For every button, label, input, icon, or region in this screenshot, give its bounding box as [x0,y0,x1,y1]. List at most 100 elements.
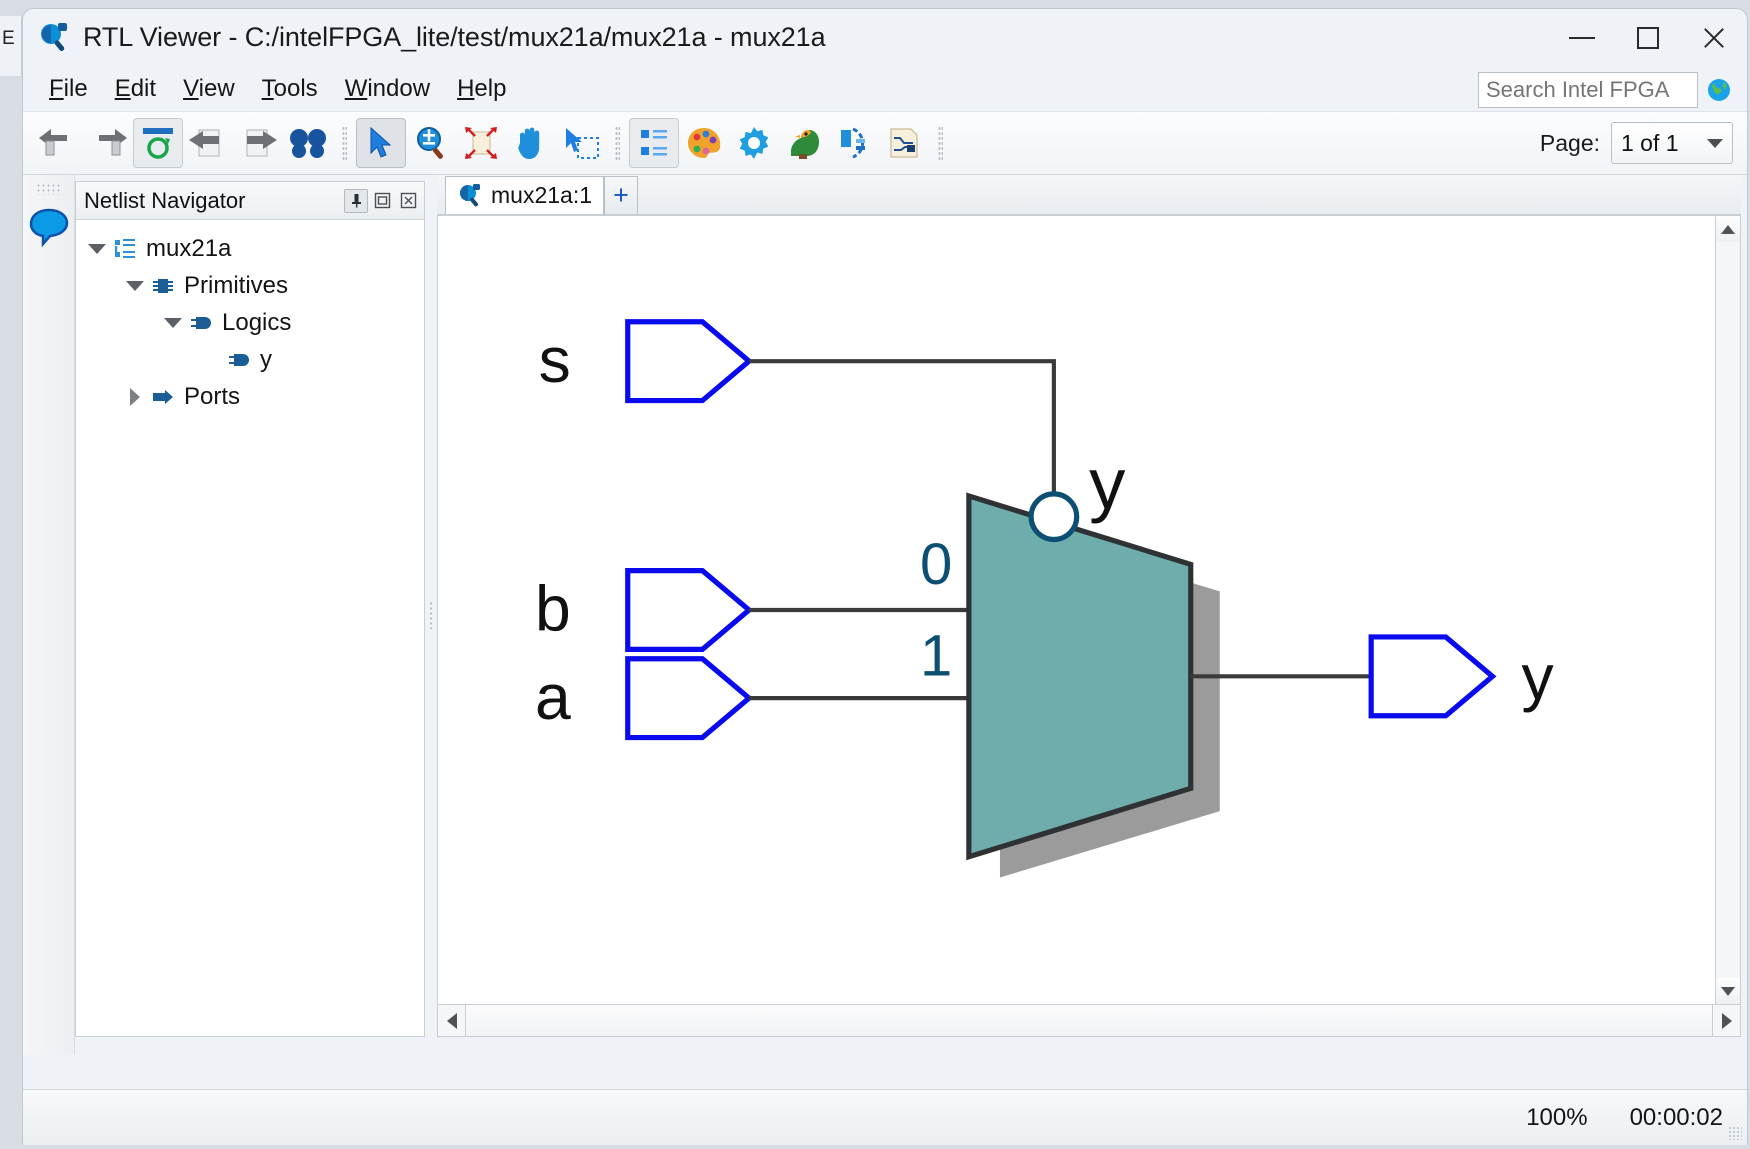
back-icon[interactable] [33,118,83,168]
zoom-tool-icon[interactable] [406,118,456,168]
input-port-symbol-a[interactable] [625,656,754,741]
logic-plug-icon [224,351,254,369]
input-port-symbol-b[interactable] [625,568,754,652]
page-select[interactable]: 1 of 1 [1611,122,1733,164]
schematic-page-icon[interactable] [879,118,929,168]
hierarchy-node-icon [110,237,140,261]
rtl-viewer-icon [460,183,480,206]
input-port-symbol-s[interactable] [625,319,754,404]
input-port-label-b: b [535,573,571,645]
hand-pan-icon[interactable] [506,118,556,168]
resize-grip[interactable] [1728,1126,1742,1140]
messages-bubble-icon[interactable] [27,205,71,249]
netlist-navigator-header: Netlist Navigator [76,182,424,220]
tree-item-label: Logics [222,308,292,336]
tree-item-label: y [260,345,272,373]
hierarchy-icon[interactable] [629,118,679,168]
input-port-label-s: s [539,324,571,396]
mux-pin-label-0: 0 [920,532,952,597]
ports-arrow-icon [148,389,178,405]
tree-item-primitives[interactable]: Primitives [76,267,424,304]
mux-instance-label: y [1089,443,1126,524]
window-title: RTL Viewer - C:/intelFPGA_lite/test/mux2… [83,22,826,52]
scroll-right-button[interactable] [1712,1005,1740,1036]
highlight-fanin-icon[interactable] [829,118,879,168]
chevron-down-icon[interactable] [160,317,186,328]
chevron-down-icon[interactable] [84,243,110,254]
mux-pin-label-1: 1 [920,623,952,688]
chevron-down-icon [1707,138,1723,148]
window-controls [1549,9,1747,66]
primitives-chip-icon [148,275,178,297]
toolbar-separator-2 [615,126,620,160]
tree-item-ports[interactable]: Ports [76,378,424,415]
settings-gear-icon[interactable] [729,118,779,168]
menu-item-help[interactable]: Help [457,75,506,103]
schematic-drawing: s b a y 0 1 y [535,319,1554,878]
scroll-left-button[interactable] [438,1005,466,1036]
float-panel-icon[interactable] [370,189,394,213]
page-select-value: 1 of 1 [1621,129,1679,156]
status-zoom-level: 100% [1526,1103,1588,1131]
output-port-symbol-y[interactable] [1368,634,1497,719]
document-tab-mux21a-1[interactable]: mux21a:1 [445,176,605,214]
color-palette-icon[interactable] [679,118,729,168]
logic-plug-icon [186,314,216,332]
tree-item-label: mux21a [146,234,232,262]
globe-icon[interactable] [1707,78,1731,102]
menu-item-view[interactable]: View [183,75,235,103]
pin-panel-icon[interactable] [344,188,368,213]
minimize-button[interactable] [1549,9,1615,66]
page-label: Page: [1539,129,1600,156]
maximize-button[interactable] [1615,9,1681,66]
menu-item-tools[interactable]: Tools [262,75,318,103]
bird-view-icon[interactable] [779,118,829,168]
rtl-viewer-icon [41,22,67,51]
schematic-canvas[interactable]: s b a y 0 1 y [437,215,1715,1005]
refresh-icon[interactable] [133,118,183,168]
tree-item-label: Primitives [184,271,289,299]
toolbar-separator-3 [938,126,943,160]
main-body: Netlist Navigator mux21a Primitives Logi… [23,175,1747,1055]
tree-item-mux21a[interactable]: mux21a [76,230,424,267]
horizontal-scroll-track[interactable] [466,1005,1712,1036]
canvas-wrapper: s b a y 0 1 y [437,215,1741,1005]
previous-page-icon[interactable] [183,118,233,168]
page-selector-area: Page: 1 of 1 [1540,122,1733,164]
main-toolbar: Page: 1 of 1 [23,112,1747,175]
chevron-right-icon[interactable] [122,387,148,406]
menu-item-file[interactable]: File [49,75,88,103]
forward-icon[interactable] [83,118,133,168]
status-elapsed-time: 00:00:02 [1629,1103,1723,1131]
scroll-down-button[interactable] [1716,978,1740,1004]
menu-bar: File Edit View Tools Window Help [23,66,1747,112]
tree-item-logics[interactable]: Logics [76,304,424,341]
area-select-icon[interactable] [556,118,606,168]
tree-item-y[interactable]: y [76,341,424,378]
search-input[interactable] [1478,72,1698,108]
dock-grip[interactable] [35,183,62,195]
next-page-icon[interactable] [233,118,283,168]
close-button[interactable] [1681,9,1747,66]
fit-page-icon[interactable] [456,118,506,168]
status-bar: 100% 00:00:02 [23,1089,1747,1145]
close-panel-icon[interactable] [396,189,420,213]
canvas-vertical-scrollbar[interactable] [1715,215,1741,1005]
add-tab-button[interactable]: + [604,176,639,214]
title-bar: RTL Viewer - C:/intelFPGA_lite/test/mux2… [23,9,1747,66]
menu-item-window[interactable]: Window [345,75,430,103]
panel-title: Netlist Navigator [84,187,246,213]
search-area [1478,72,1731,108]
panel-splitter[interactable] [425,175,437,1055]
chevron-down-icon[interactable] [122,280,148,291]
wire-s-to-mux-select [749,359,1056,494]
menu-item-edit[interactable]: Edit [115,75,156,103]
canvas-horizontal-scrollbar[interactable] [437,1005,1741,1037]
find-icon[interactable] [283,118,333,168]
left-dock-strip [23,175,75,1055]
netlist-navigator-panel: Netlist Navigator mux21a Primitives Logi… [75,181,425,1037]
scroll-up-button[interactable] [1716,216,1740,242]
mux-select-inversion-bubble [1028,491,1080,543]
select-tool-icon[interactable] [356,118,406,168]
tree-item-label: Ports [184,382,241,410]
